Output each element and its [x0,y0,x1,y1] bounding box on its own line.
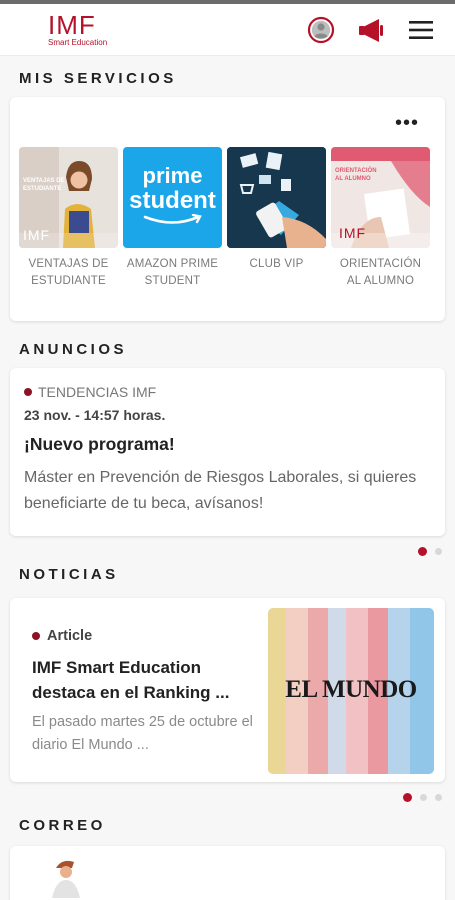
mail-card[interactable] [10,846,445,900]
prime-student-thumbnail: prime student [123,147,222,248]
news-text: Article IMF Smart Education destaca en e… [32,628,260,757]
service-label-line1: VENTAJAS DE [28,258,109,270]
news-image: EL MUNDO [268,608,434,774]
service-label: ORIENTACIÓN AL ALUMNO [340,256,421,290]
prime-thumb-line1: prime [142,162,203,188]
pager-dot[interactable] [435,793,442,801]
news-headline: IMF Smart Education destaca en el Rankin… [32,658,230,702]
service-amazon-prime-student[interactable]: prime student AMAZON PRIME STUDENT [123,147,222,290]
services-section-title: MIS SERVICIOS [19,70,177,87]
service-label-line2: STUDENT [144,275,201,287]
service-label-line1: AMAZON PRIME [126,258,219,270]
orientacion-thumb-logo: IMF [339,225,367,241]
announcements-section-title: ANUNCIOS [19,341,128,358]
logo-text: IMF [48,10,96,40]
service-label-line2: AL ALUMNO [346,275,415,287]
news-pager [0,791,455,803]
service-club-vip[interactable]: CLUB VIP [227,147,326,290]
announcement-date: 23 nov. - 14:57 horas. [24,407,166,423]
ventajas-thumb-logo: IMF [23,227,51,243]
ventajas-thumb-caption: VENTAJAS DE ESTUDIANTE [23,178,65,192]
prime-thumb-line2: student [129,186,216,214]
news-image-masthead: EL MUNDO [285,676,417,703]
news-excerpt: El pasado martes 25 de octubre el diario… [32,714,253,753]
pager-dot[interactable] [418,546,427,556]
person-illustration-icon [52,860,80,898]
header-actions [307,16,435,44]
pager-dot[interactable] [420,793,427,801]
announcement-tag: TENDENCIAS IMF [24,384,431,400]
announcements-pager [0,545,455,557]
tag-dot-icon [32,632,40,640]
announcement-headline: ¡Nuevo programa! [24,434,175,454]
service-label-line1: CLUB VIP [249,258,304,270]
services-list: VENTAJAS DE ESTUDIANTE IMF VENTAJAS DE E… [19,147,436,290]
logo-subtitle: Smart Education [48,38,108,47]
news-tag: Article [32,628,260,644]
imf-logo[interactable]: IMF Smart Education [48,12,107,47]
orientacion-thumb-caption: ORIENTACIÓN AL ALUMNO [335,168,377,182]
news-card[interactable]: Article IMF Smart Education destaca en e… [10,598,445,782]
news-section-title: NOTICIAS [19,566,119,583]
megaphone-icon[interactable] [357,16,385,44]
service-label: VENTAJAS DE ESTUDIANTE [29,256,109,290]
pager-dot[interactable] [435,547,442,555]
news-tag-label: Article [47,628,93,644]
more-options-icon[interactable]: ••• [395,113,419,133]
services-card: ••• VENTAJAS DE ESTUDIANTE IMF VENTAJAS [10,97,445,321]
service-label: AMAZON PRIME STUDENT [127,256,218,290]
app-header: IMF Smart Education [0,4,455,56]
ventajas-thumbnail: VENTAJAS DE ESTUDIANTE IMF [19,147,118,248]
menu-icon[interactable] [407,16,435,44]
service-label-line2: ESTUDIANTE [31,275,106,287]
pager-dot[interactable] [403,792,412,802]
user-icon[interactable] [307,16,335,44]
mail-section-title: CORREO [19,817,106,834]
service-label: CLUB VIP [249,256,303,273]
announcement-card[interactable]: TENDENCIAS IMF 23 nov. - 14:57 horas. ¡N… [10,368,445,536]
announcement-tag-label: TENDENCIAS IMF [38,384,157,400]
tag-dot-icon [24,388,32,396]
service-ventajas-estudiante[interactable]: VENTAJAS DE ESTUDIANTE IMF VENTAJAS DE E… [19,147,118,290]
announcement-body: Máster en Prevención de Riesgos Laborale… [24,469,417,512]
orientacion-thumbnail: ORIENTACIÓN AL ALUMNO IMF [331,147,430,248]
service-orientacion-alumno[interactable]: ORIENTACIÓN AL ALUMNO IMF ORIENTACIÓN AL… [331,147,430,290]
service-label-line1: ORIENTACIÓN [339,258,422,270]
amazon-smile-icon [143,213,202,224]
club-vip-thumbnail [227,147,326,248]
